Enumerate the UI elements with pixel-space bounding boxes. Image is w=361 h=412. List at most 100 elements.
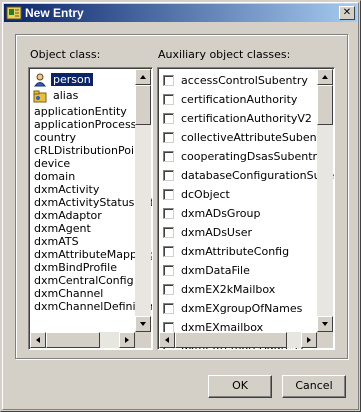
object-class-label: applicationProcess xyxy=(34,118,137,131)
arrow-down-icon xyxy=(140,322,146,326)
object-class-item[interactable]: cRLDistributionPoint xyxy=(31,144,145,157)
object-class-label: dxmActivityStatusDat xyxy=(34,196,152,209)
directory-app-icon xyxy=(6,6,22,20)
auxiliary-class-checkbox[interactable] xyxy=(163,227,174,238)
scroll-corner xyxy=(135,332,151,348)
object-class-item[interactable]: alias xyxy=(31,89,136,103)
object-class-item[interactable]: device xyxy=(31,157,136,170)
object-class-list[interactable]: person alias applicationEntity applicationP… xyxy=(28,67,153,350)
auxiliary-list-viewport: accessControlSubentry certificationAuthor… xyxy=(158,68,334,349)
aux-scroll-right-button[interactable] xyxy=(301,332,317,348)
auxiliary-class-checkbox[interactable] xyxy=(163,303,174,314)
ok-button[interactable]: OK xyxy=(208,375,272,398)
auxiliary-class-label: certificationAuthority xyxy=(181,93,298,106)
window-title: New Entry xyxy=(25,6,84,20)
auxiliary-class-item[interactable]: certificationAuthorityV2 xyxy=(163,110,323,129)
auxiliary-class-checkbox[interactable] xyxy=(163,246,174,257)
aux-scroll-up-button[interactable] xyxy=(317,69,333,85)
person-icon xyxy=(33,73,47,87)
arrow-up-icon xyxy=(322,75,328,79)
scroll-left-button[interactable] xyxy=(30,332,46,348)
object-class-label: country xyxy=(34,131,77,144)
auxiliary-class-item[interactable]: dxmAttributeConfig xyxy=(163,243,323,262)
auxiliary-class-checkbox[interactable] xyxy=(163,75,174,86)
scroll-up-button[interactable] xyxy=(135,69,151,85)
aux-scroll-left-button[interactable] xyxy=(159,332,175,348)
auxiliary-class-item[interactable]: collectiveAttributeSubentry xyxy=(163,129,332,148)
object-class-item[interactable]: dxmAgent xyxy=(31,222,136,235)
auxiliary-hscrollbar[interactable] xyxy=(159,332,317,348)
object-class-label: dxmAdaptor xyxy=(34,209,102,222)
object-class-item[interactable]: applicationEntity xyxy=(31,105,136,118)
arrow-down-icon xyxy=(322,322,328,326)
auxiliary-class-label: dxmEX2kMailbox xyxy=(181,283,276,296)
object-class-item[interactable]: dxmATS xyxy=(31,235,136,248)
aux-scroll-down-button[interactable] xyxy=(317,316,333,332)
object-class-item[interactable]: person xyxy=(31,73,136,87)
aux-hscroll-thumb[interactable] xyxy=(175,332,287,348)
object-class-item[interactable]: country xyxy=(31,131,136,144)
object-class-item[interactable]: domain xyxy=(31,170,136,183)
object-class-item[interactable]: dxmBindProfile xyxy=(31,261,136,274)
arrow-right-icon xyxy=(125,337,129,343)
cancel-button[interactable]: Cancel xyxy=(282,375,346,398)
object-class-hscrollbar[interactable] xyxy=(30,332,135,348)
object-class-item[interactable]: dxmChannelDefinitior xyxy=(31,300,152,313)
auxiliary-class-checkbox[interactable] xyxy=(163,170,174,181)
object-class-item[interactable]: dxmAdaptor xyxy=(31,209,136,222)
auxiliary-class-checkbox[interactable] xyxy=(163,94,174,105)
scroll-down-button[interactable] xyxy=(135,316,151,332)
arrow-up-icon xyxy=(140,75,146,79)
auxiliary-class-item[interactable]: dxmEX2kMailbox xyxy=(163,281,323,300)
auxiliary-class-item[interactable]: dxmEXgroupOfNames xyxy=(163,300,323,319)
auxiliary-class-checkbox[interactable] xyxy=(163,189,174,200)
object-class-label: dxmActivity xyxy=(34,183,100,196)
auxiliary-classes-list[interactable]: accessControlSubentry certificationAuthor… xyxy=(157,67,335,350)
object-class-label: dxmBindProfile xyxy=(34,261,117,274)
scroll-right-button[interactable] xyxy=(119,332,135,348)
object-class-label: device xyxy=(34,157,71,170)
object-class-item[interactable]: applicationProcess xyxy=(31,118,136,131)
scroll-thumb[interactable] xyxy=(135,85,151,125)
object-class-label: dxmAgent xyxy=(34,222,91,235)
object-class-item[interactable]: dxmAttributeMapping xyxy=(31,248,152,261)
auxiliary-class-item[interactable]: dxmDataFile xyxy=(163,262,323,281)
auxiliary-class-item[interactable]: certificationAuthority xyxy=(163,91,323,110)
object-class-label: dxmAttributeMapping xyxy=(34,248,152,261)
object-class-item[interactable]: dxmCentralConfig xyxy=(31,274,136,287)
object-class-label: applicationEntity xyxy=(34,105,127,118)
object-class-vscrollbar[interactable] xyxy=(135,69,151,332)
auxiliary-class-checkbox[interactable] xyxy=(163,284,174,295)
auxiliary-class-label: cooperatingDsasSubentry xyxy=(181,150,324,163)
object-class-label: domain xyxy=(34,170,76,183)
auxiliary-class-checkbox[interactable] xyxy=(163,151,174,162)
auxiliary-class-label: dcObject xyxy=(181,188,230,201)
object-class-label: person xyxy=(51,73,93,86)
auxiliary-classes-label: Auxiliary object classes: xyxy=(158,48,291,61)
object-class-label: dxmChannel xyxy=(34,287,104,300)
auxiliary-class-item[interactable]: accessControlSubentry xyxy=(163,72,323,91)
auxiliary-class-item[interactable]: cooperatingDsasSubentry xyxy=(163,148,324,167)
auxiliary-class-checkbox[interactable] xyxy=(163,132,174,143)
auxiliary-class-checkbox[interactable] xyxy=(163,113,174,124)
hscroll-thumb[interactable] xyxy=(46,332,100,348)
alias-folder-icon xyxy=(33,89,47,103)
auxiliary-vscrollbar[interactable] xyxy=(317,69,333,332)
aux-scroll-thumb[interactable] xyxy=(317,85,333,125)
auxiliary-class-item[interactable]: dxmADsGroup xyxy=(163,205,323,224)
auxiliary-class-label: collectiveAttributeSubentry xyxy=(181,131,332,144)
auxiliary-class-item[interactable]: dcObject xyxy=(163,186,323,205)
auxiliary-class-item[interactable]: dxmADsUser xyxy=(163,224,323,243)
title-bar[interactable]: New Entry ✕ xyxy=(4,4,357,22)
auxiliary-class-label: dxmEXgroupOfNames xyxy=(181,302,303,315)
auxiliary-class-checkbox[interactable] xyxy=(163,208,174,219)
auxiliary-class-checkbox[interactable] xyxy=(163,265,174,276)
object-class-list-viewport: person alias applicationEntity applicationP… xyxy=(29,68,152,349)
object-class-item[interactable]: dxmActivity xyxy=(31,183,136,196)
auxiliary-class-item[interactable]: databaseConfigurationSube xyxy=(163,167,334,186)
object-class-item[interactable]: dxmChannel xyxy=(31,287,136,300)
auxiliary-class-label: databaseConfigurationSube xyxy=(181,169,334,182)
object-class-label: alias xyxy=(53,89,79,102)
object-class-item[interactable]: dxmActivityStatusDat xyxy=(31,196,152,209)
close-button[interactable]: ✕ xyxy=(339,6,355,20)
